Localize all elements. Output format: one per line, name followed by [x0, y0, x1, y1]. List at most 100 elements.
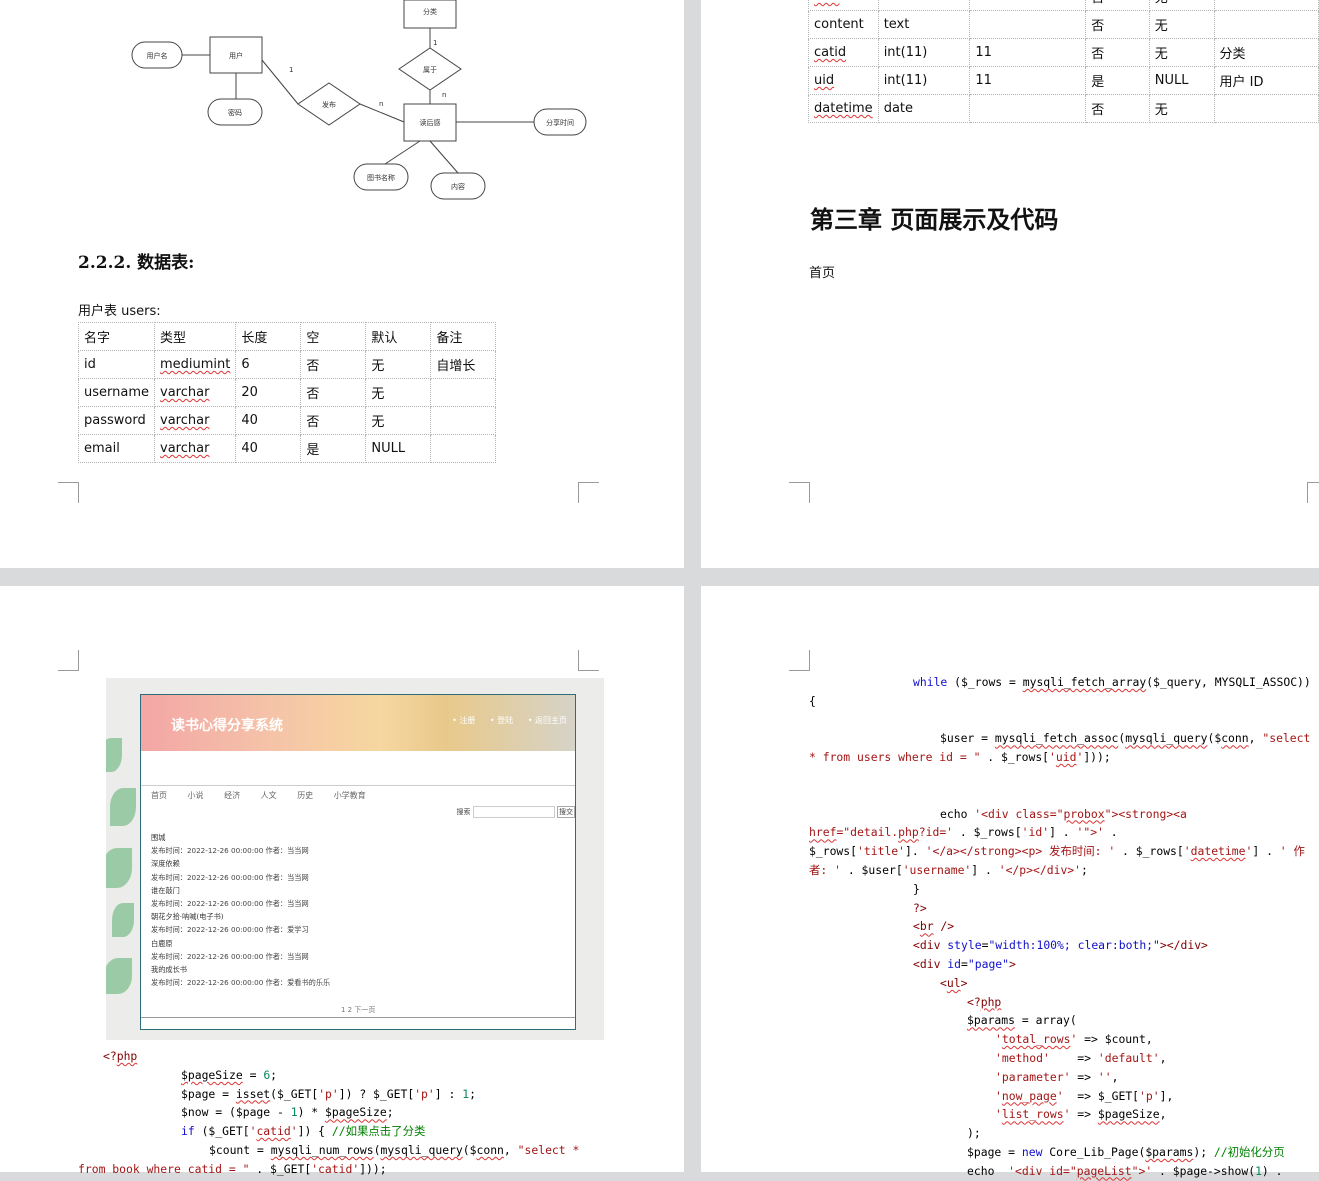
post-meta: 发布时间：2022-12-26 00:00:00 作者：当当网: [151, 899, 309, 909]
er-review: 读后感: [420, 118, 441, 127]
cell: uid: [808, 66, 879, 95]
cell: 无: [1148, 0, 1215, 11]
cell: 40: [969, 0, 1087, 11]
cell: catid: [808, 38, 879, 67]
site-banner: 读书心得分享系统 • 注册 • 登陆 • 返回主页: [141, 695, 575, 751]
table-row: content text 否 无: [808, 10, 1319, 39]
cell: int(11): [877, 38, 971, 67]
crop-mark: [578, 650, 599, 671]
cell: [1213, 0, 1319, 11]
cell: 40: [235, 406, 302, 435]
category-nav: 首页 小说 经济 人文 历史 小学教育: [151, 790, 384, 801]
nav-economy[interactable]: 经济: [224, 791, 240, 800]
er-belongs: 属于: [423, 66, 437, 74]
cell: 无: [1148, 10, 1215, 39]
er-book-name: 图书名称: [367, 173, 395, 182]
post-meta: 发布时间：2022-12-26 00:00:00 作者：爱学习: [151, 925, 309, 935]
er-username: 用户名: [147, 51, 168, 60]
post-list: 围城 发布时间：2022-12-26 00:00:00 作者：当当网 深度依赖 …: [151, 831, 330, 989]
nav-humanities[interactable]: 人文: [261, 791, 277, 800]
leaf-decoration: [112, 903, 134, 937]
table-caption: 用户表 users:: [78, 304, 161, 319]
cell: mediumint: [153, 350, 237, 379]
nav-primary-edu[interactable]: 小学教育: [334, 791, 366, 800]
col-header: 默认: [365, 322, 432, 351]
cell: [1213, 94, 1319, 123]
er-card-n: n: [379, 100, 383, 108]
cell: 否: [1085, 0, 1150, 11]
cell: content: [808, 10, 879, 39]
nav-novel[interactable]: 小说: [188, 791, 204, 800]
cell: 自增长: [430, 350, 497, 379]
search-label: 搜索: [456, 808, 471, 816]
crop-mark: [58, 482, 79, 503]
post-title[interactable]: 朝花夕拾·呐喊(电子书): [151, 910, 330, 923]
top-links: • 注册 • 登陆 • 返回主页: [440, 715, 567, 726]
er-card-1b: 1: [433, 39, 437, 47]
table-row: id mediumint 6 否 无 自增长: [78, 350, 497, 379]
document-page-1: 分类 用户名 用户 密码 发布 属于 读后感 分享时间 图书名称 内容 1 n …: [0, 0, 684, 568]
cell: text: [877, 10, 971, 39]
cell: 无: [365, 378, 432, 407]
cell: varchar: [153, 378, 237, 407]
col-header: 名字: [78, 322, 155, 351]
leaf-decoration: [110, 788, 136, 826]
table-row: password varchar 40 否 无: [78, 406, 497, 435]
col-header: 长度: [235, 322, 302, 351]
cell: 用户 ID: [1213, 66, 1319, 95]
cell: varchar: [877, 0, 971, 11]
crop-mark: [58, 650, 79, 671]
post-title[interactable]: 谁在敲门: [151, 884, 330, 897]
home-link[interactable]: • 返回主页: [528, 716, 567, 725]
cell: [430, 378, 497, 407]
post-meta: 发布时间：2022-12-26 00:00:00 作者：爱看书的乐乐: [151, 978, 331, 988]
register-link[interactable]: • 注册: [452, 716, 475, 725]
site-title: 读书心得分享系统: [171, 718, 283, 734]
section-heading: 2.2.2. 数据表:: [78, 253, 195, 273]
col-header: 备注: [430, 322, 497, 351]
cell: 11: [969, 38, 1087, 67]
cell: 否: [300, 378, 367, 407]
cell: 无: [1148, 38, 1215, 67]
code-block-left: <?php $pageSize = 6; $page = isset($_GET…: [78, 1049, 580, 1176]
pagination[interactable]: 1 2 下一页: [341, 1005, 375, 1015]
col-header: 空: [300, 322, 367, 351]
er-user: 用户: [229, 51, 243, 60]
cell: 是: [300, 434, 367, 463]
cell: 否: [1085, 38, 1150, 67]
er-card-nb: n: [442, 91, 446, 99]
cell: datetime: [808, 94, 879, 123]
er-password: 密码: [228, 108, 242, 117]
cell: 否: [300, 350, 367, 379]
search-button[interactable]: 搜交: [557, 806, 575, 818]
cell: 20: [235, 378, 302, 407]
crop-mark: [1307, 482, 1319, 503]
post-meta: 发布时间：2022-12-26 00:00:00 作者：当当网: [151, 846, 309, 856]
cell: varchar: [153, 406, 237, 435]
cell: [430, 406, 497, 435]
table-row: uid int(11) 11 是 NULL 用户 ID: [808, 66, 1319, 95]
nav-history[interactable]: 历史: [297, 791, 313, 800]
search-input[interactable]: [472, 806, 555, 818]
post-title[interactable]: 我的成长书: [151, 963, 330, 976]
cell: 40: [235, 434, 302, 463]
homepage-screenshot: 读书心得分享系统 • 注册 • 登陆 • 返回主页 首页 小说 经济 人文 历史…: [106, 678, 604, 1040]
nav-home[interactable]: 首页: [151, 791, 167, 800]
er-card-1: 1: [289, 66, 293, 74]
leaf-decoration: [106, 848, 132, 888]
post-title[interactable]: 围城: [151, 831, 330, 844]
search-bar: 搜索 搜交: [457, 806, 575, 818]
cell: 是: [1085, 66, 1150, 95]
cell: NULL: [365, 434, 432, 463]
post-meta: 发布时间：2022-12-26 00:00:00 作者：当当网: [151, 951, 309, 961]
er-publish: 发布: [322, 100, 336, 109]
cell: varchar: [153, 434, 237, 463]
cell: [1213, 10, 1319, 39]
cell: 否: [1085, 94, 1150, 123]
post-title[interactable]: 深度依赖: [151, 857, 330, 870]
cell: 否: [1085, 10, 1150, 39]
login-link[interactable]: • 登陆: [490, 716, 513, 725]
users-table: 名字 类型 长度 空 默认 备注 id mediumint 6 否 无 自增长 …: [78, 322, 497, 463]
er-share-time: 分享时间: [546, 118, 574, 127]
post-title[interactable]: 白鹿原: [151, 937, 330, 950]
